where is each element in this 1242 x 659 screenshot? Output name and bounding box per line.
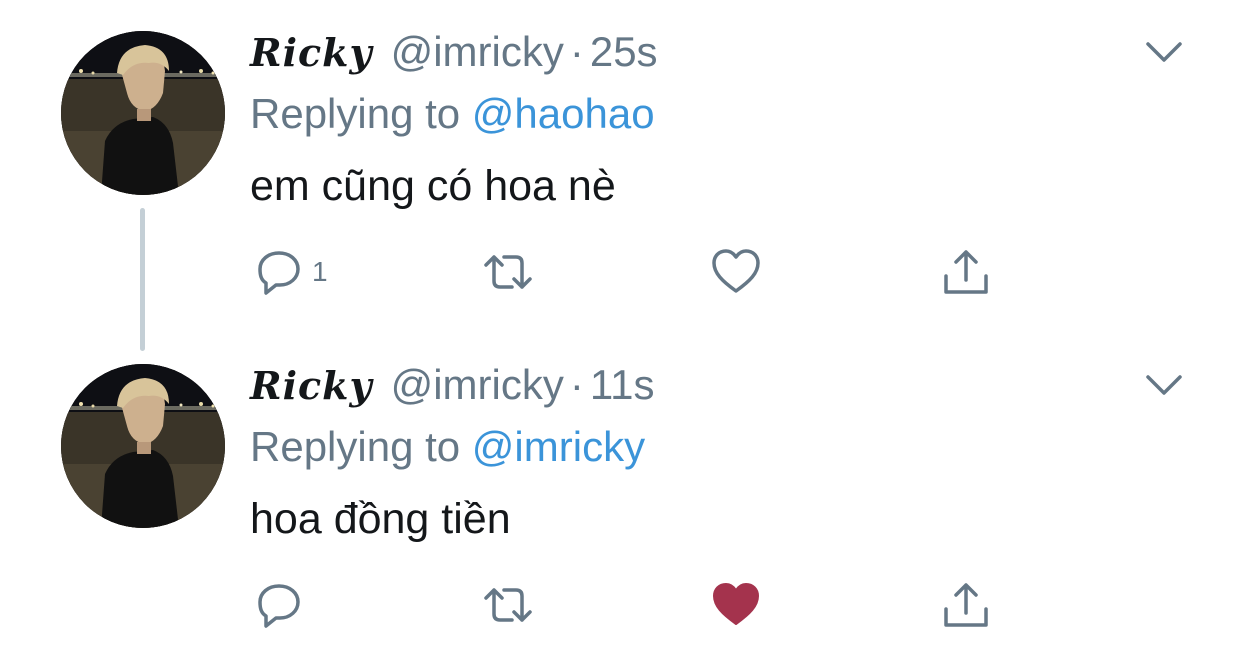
avatar-image [61,364,225,528]
heart-icon [712,249,760,293]
speech-bubble-icon [258,584,300,628]
tweet-actions: 1 [250,244,1010,300]
separator-dot: · [569,28,584,75]
avatar[interactable] [61,31,225,195]
chevron-down-icon[interactable] [1142,38,1186,66]
retweet-icon [484,588,532,622]
share-upload-icon [944,250,988,294]
avatar-image [61,31,225,195]
replying-to-label: Replying to [250,90,461,137]
tweet-header: Ricky @imricky · 25s [250,28,658,84]
like-button[interactable] [710,577,762,633]
timestamp[interactable]: 11s [590,361,655,409]
speech-bubble-icon [258,251,300,295]
separator-dot: · [569,361,584,408]
retweet-icon [484,255,532,289]
user-handle[interactable]: @imricky [391,361,564,409]
avatar[interactable] [61,364,225,528]
reply-button[interactable]: 1 [254,244,328,300]
replying-to-label: Replying to [250,423,461,470]
tweet-header: Ricky @imricky · 11s [250,361,654,417]
display-name[interactable]: Ricky [250,363,373,408]
tweet-text: em cũng có hoa nè [250,162,616,210]
share-button[interactable] [940,577,992,633]
like-button[interactable] [710,244,762,300]
retweet-button[interactable] [480,577,536,633]
chevron-down-icon[interactable] [1142,371,1186,399]
replying-to-line: Replying to @haohao [250,90,655,138]
tweet-text: hoa đồng tiền [250,495,511,543]
replying-to-line: Replying to @imricky [250,423,645,471]
reply-count: 1 [312,256,328,287]
thread-connector-line [140,208,145,351]
heart-icon [713,583,759,625]
replying-to-handle[interactable]: @imricky [472,423,645,470]
replying-to-handle[interactable]: @haohao [472,90,655,137]
user-handle[interactable]: @imricky [391,28,564,76]
tweet-actions [250,577,1010,633]
share-upload-icon [944,583,988,627]
tweet[interactable]: Ricky @imricky · 11s Replying to @imrick… [0,333,1242,659]
share-button[interactable] [940,244,992,300]
tweet[interactable]: Ricky @imricky · 25s Replying to @haohao… [0,0,1242,351]
reply-button[interactable] [254,577,312,633]
timestamp[interactable]: 25s [590,28,658,76]
display-name[interactable]: Ricky [250,30,373,75]
retweet-button[interactable] [480,244,536,300]
